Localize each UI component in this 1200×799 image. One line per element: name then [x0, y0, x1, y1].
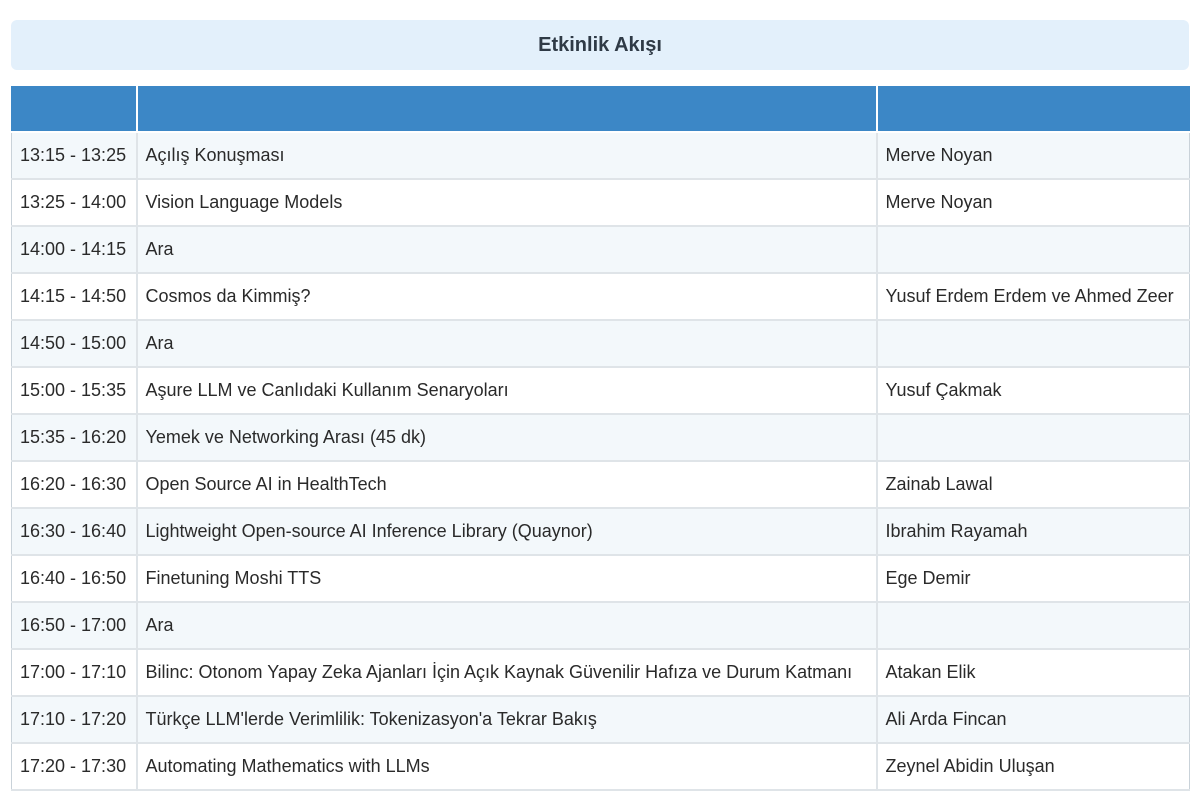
page-title: Etkinlik Akışı — [538, 33, 662, 56]
session-title-cell: Vision Language Models — [135, 178, 878, 227]
table-row: 14:00 - 14:15 Ara — [11, 225, 1190, 274]
speaker-cell: Merve Noyan — [875, 131, 1190, 180]
table-row: 15:00 - 15:35 Aşure LLM ve Canlıdaki Kull… — [11, 366, 1190, 415]
speaker-cell: Yusuf Erdem Erdem ve Ahmed Zeer — [875, 272, 1190, 321]
table-row: 13:15 - 13:25 Açılış Konuşması Merve Noyan — [11, 131, 1190, 180]
session-title-cell: Açılış Konuşması — [135, 131, 878, 180]
table-row: 17:10 - 17:20 Türkçe LLM'lerde Verimlilik… — [11, 695, 1190, 744]
table-row: 16:40 - 16:50 Finetuning Moshi TTS Ege Dem… — [11, 554, 1190, 603]
time-cell: 15:00 - 15:35 — [11, 366, 138, 415]
speaker-cell: Ali Arda Fincan — [875, 695, 1190, 744]
session-title-cell: Open Source AI in HealthTech — [135, 460, 878, 509]
time-cell: 16:20 - 16:30 — [11, 460, 138, 509]
time-cell: 17:10 - 17:20 — [11, 695, 138, 744]
speaker-cell — [875, 319, 1190, 368]
time-cell: 16:40 - 16:50 — [11, 554, 138, 603]
table-row: 17:20 - 17:30 Automating Mathematics with… — [11, 742, 1190, 791]
table-row: 16:20 - 16:30 Open Source AI in HealthTec… — [11, 460, 1190, 509]
speaker-cell: Ibrahim Rayamah — [875, 507, 1190, 556]
table-row: 13:25 - 14:00 Vision Language Models Merve… — [11, 178, 1190, 227]
session-title-cell: Lightweight Open-source AI Inference Lib… — [135, 507, 878, 556]
speaker-cell: Ege Demir — [875, 554, 1190, 603]
column-header-speaker — [875, 86, 1190, 133]
session-title-cell: Finetuning Moshi TTS — [135, 554, 878, 603]
speaker-cell: Atakan Elik — [875, 648, 1190, 697]
table-row: 14:15 - 14:50 Cosmos da Kimmiş? Yusuf Erde… — [11, 272, 1190, 321]
session-title-cell: Ara — [135, 225, 878, 274]
session-title-cell: Türkçe LLM'lerde Verimlilik: Tokenizasyo… — [135, 695, 878, 744]
speaker-cell: Merve Noyan — [875, 178, 1190, 227]
time-cell: 14:50 - 15:00 — [11, 319, 138, 368]
table-header-row — [11, 86, 1190, 133]
table-row: 14:50 - 15:00 Ara — [11, 319, 1190, 368]
schedule-table: 13:15 - 13:25 Açılış Konuşması Merve Noyan… — [11, 86, 1190, 791]
column-header-session — [135, 86, 878, 133]
session-title-cell: Automating Mathematics with LLMs — [135, 742, 878, 791]
session-title-cell: Ara — [135, 601, 878, 650]
session-title-cell: Bilinc: Otonom Yapay Zeka Ajanları İçin … — [135, 648, 878, 697]
speaker-cell: Zainab Lawal — [875, 460, 1190, 509]
time-cell: 17:00 - 17:10 — [11, 648, 138, 697]
page: Etkinlik Akışı 13:15 - 13:25 Açılış Konuş… — [0, 0, 1200, 799]
speaker-cell — [875, 225, 1190, 274]
speaker-cell: Yusuf Çakmak — [875, 366, 1190, 415]
time-cell: 17:20 - 17:30 — [11, 742, 138, 791]
session-title-cell: Yemek ve Networking Arası (45 dk) — [135, 413, 878, 462]
time-cell: 14:00 - 14:15 — [11, 225, 138, 274]
table-row: 17:00 - 17:10 Bilinc: Otonom Yapay Zeka A… — [11, 648, 1190, 697]
speaker-cell — [875, 413, 1190, 462]
table-row: 15:35 - 16:20 Yemek ve Networking Arası (… — [11, 413, 1190, 462]
speaker-cell: Zeynel Abidin Uluşan — [875, 742, 1190, 791]
time-cell: 16:30 - 16:40 — [11, 507, 138, 556]
schedule-table-body: 13:15 - 13:25 Açılış Konuşması Merve Noyan… — [11, 131, 1190, 791]
session-title-cell: Aşure LLM ve Canlıdaki Kullanım Senaryol… — [135, 366, 878, 415]
session-title-cell: Ara — [135, 319, 878, 368]
table-row: 16:50 - 17:00 Ara — [11, 601, 1190, 650]
time-cell: 13:15 - 13:25 — [11, 131, 138, 180]
column-header-time — [11, 86, 138, 133]
table-row: 16:30 - 16:40 Lightweight Open-source AI … — [11, 507, 1190, 556]
title-banner: Etkinlik Akışı — [11, 20, 1189, 70]
time-cell: 16:50 - 17:00 — [11, 601, 138, 650]
time-cell: 15:35 - 16:20 — [11, 413, 138, 462]
session-title-cell: Cosmos da Kimmiş? — [135, 272, 878, 321]
time-cell: 14:15 - 14:50 — [11, 272, 138, 321]
time-cell: 13:25 - 14:00 — [11, 178, 138, 227]
speaker-cell — [875, 601, 1190, 650]
